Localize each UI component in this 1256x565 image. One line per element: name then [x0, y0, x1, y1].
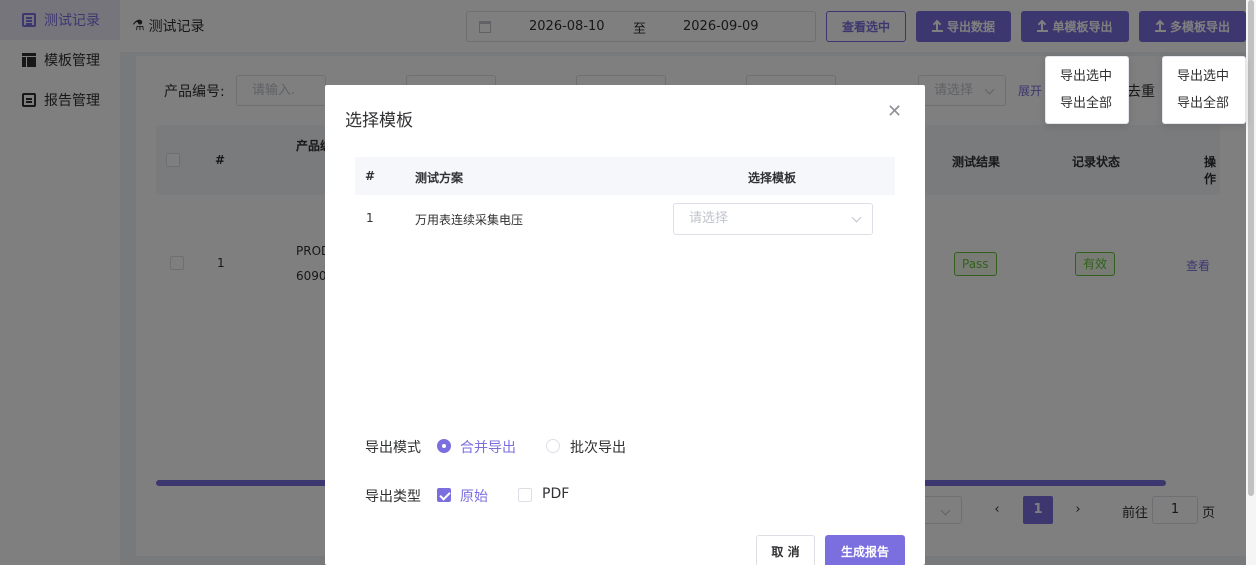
dialog-title: 选择模板: [345, 111, 413, 131]
dialog-row-index: 1: [366, 211, 374, 225]
select-template-dialog: 选择模板 ✕ # 测试方案 选择模板 1 万用表连续采集电压 请选择 导出模式 …: [325, 85, 925, 565]
export-mode-merge-radio[interactable]: [437, 439, 451, 453]
dropdown-item-export-all[interactable]: 导出全部: [1163, 90, 1245, 117]
dropdown-item-export-all[interactable]: 导出全部: [1046, 90, 1128, 117]
cancel-button[interactable]: 取 消: [756, 535, 815, 565]
export-mode-batch-label[interactable]: 批次导出: [570, 437, 626, 457]
generate-report-label: 生成报告: [840, 544, 889, 559]
cancel-label: 取 消: [771, 544, 800, 559]
export-mode-label: 导出模式: [365, 440, 421, 456]
dialog-column-template: 选择模板: [748, 171, 797, 185]
multi-export-dropdown: 导出选中 导出全部: [1162, 56, 1246, 124]
template-select-placeholder: 请选择: [689, 211, 729, 226]
dropdown-item-export-selected[interactable]: 导出选中: [1163, 63, 1245, 90]
dialog-table-header: # 测试方案 选择模板: [355, 157, 895, 195]
export-type-label: 导出类型: [365, 489, 421, 505]
single-export-dropdown: 导出选中 导出全部: [1045, 56, 1129, 124]
export-mode-merge-label[interactable]: 合并导出: [460, 437, 516, 457]
dialog-column-index: #: [365, 169, 376, 183]
export-type-pdf-checkbox[interactable]: [518, 488, 532, 502]
dialog-row-plan: 万用表连续采集电压: [415, 213, 524, 227]
export-type-raw-checkbox[interactable]: [437, 488, 451, 502]
export-mode-batch-radio[interactable]: [546, 439, 560, 453]
export-type-pdf-label[interactable]: PDF: [542, 486, 569, 502]
close-icon[interactable]: ✕: [887, 101, 902, 122]
export-type-raw-label[interactable]: 原始: [460, 486, 488, 506]
template-select[interactable]: 请选择: [673, 203, 873, 235]
page-scrollbar-thumb[interactable]: [1248, 0, 1254, 496]
dropdown-item-export-selected[interactable]: 导出选中: [1046, 63, 1128, 90]
dialog-column-plan: 测试方案: [415, 171, 464, 185]
chevron-down-icon: [851, 212, 862, 223]
generate-report-button[interactable]: 生成报告: [825, 535, 905, 565]
